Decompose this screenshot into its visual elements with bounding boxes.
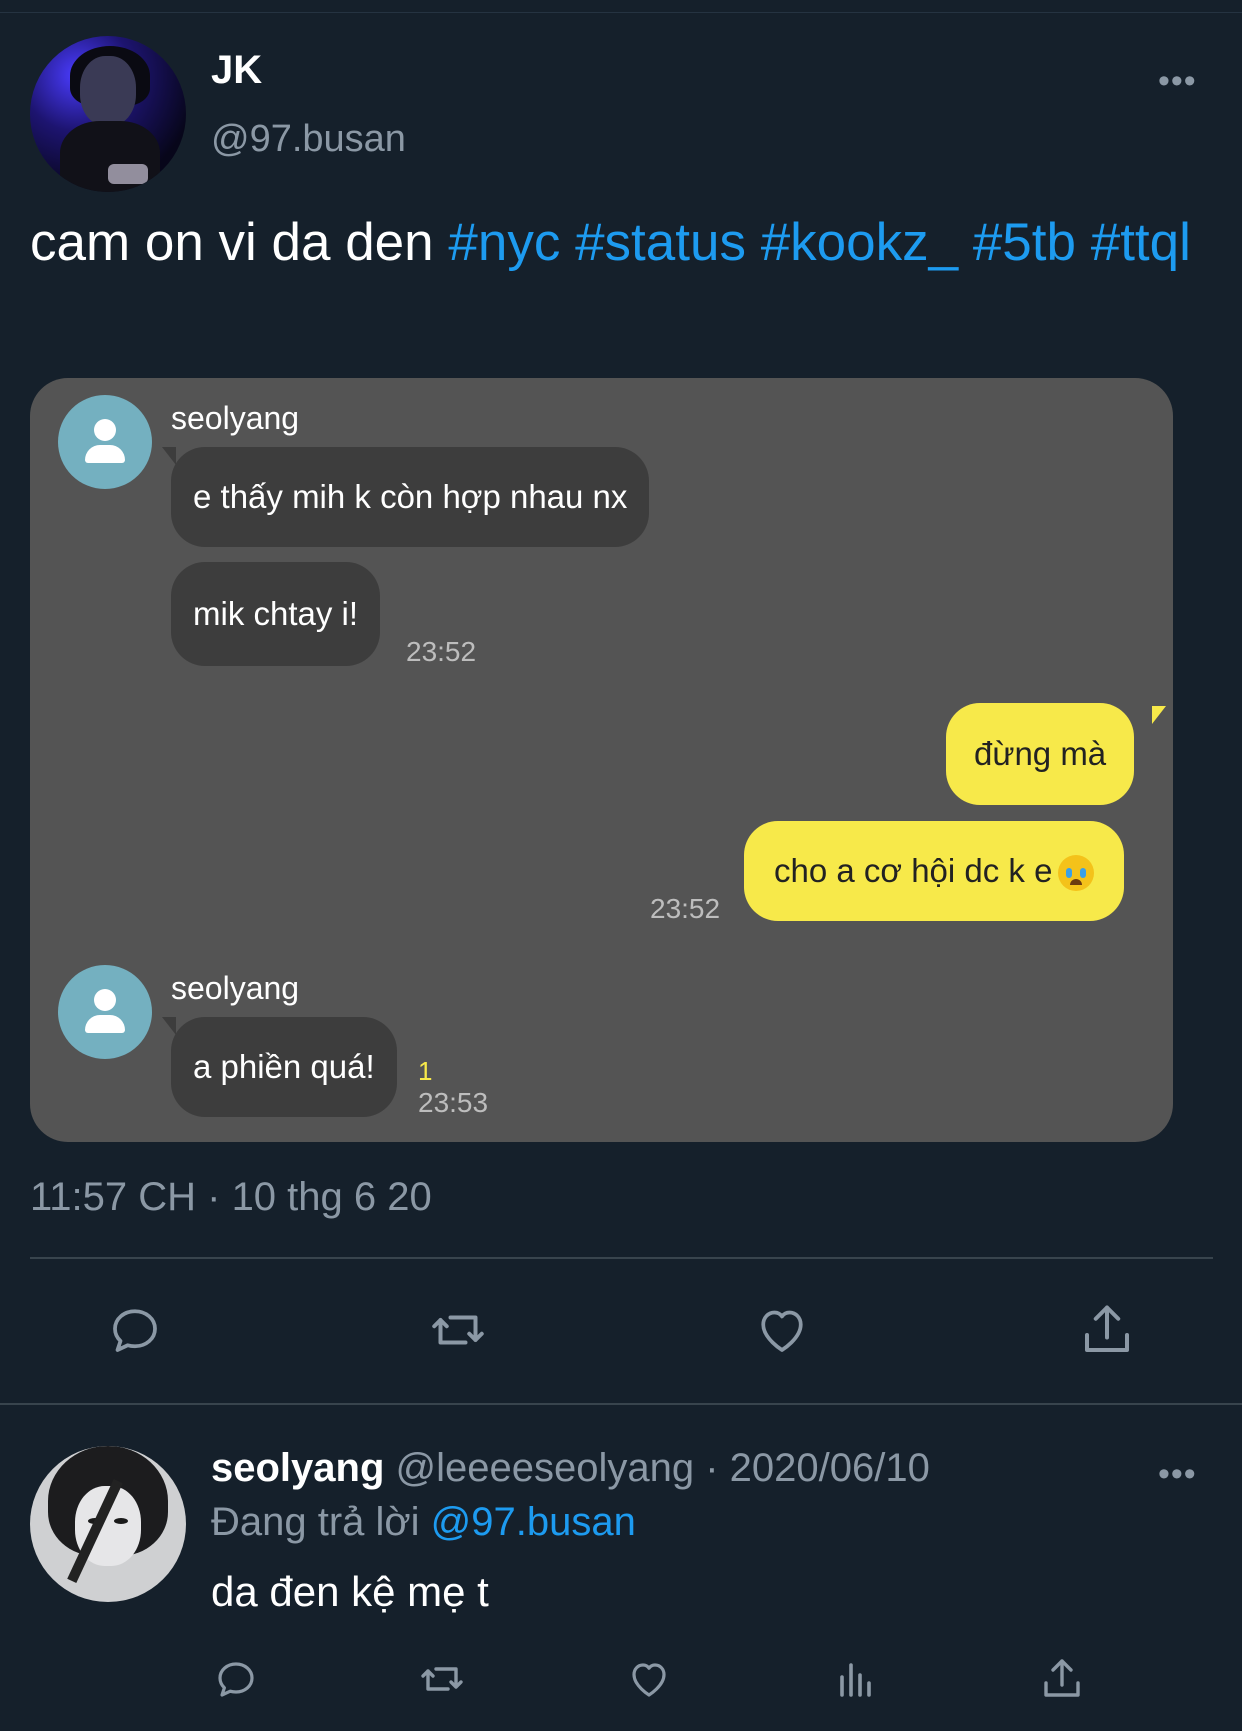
avatar-light (108, 164, 148, 184)
person-head-icon (94, 419, 116, 441)
author-avatar[interactable] (30, 36, 186, 192)
avatar-face (80, 56, 136, 126)
chat-message: mik chtay i! (171, 562, 381, 666)
hashtag-link[interactable]: #ttql (1091, 213, 1191, 272)
reply-text: da đen kệ mẹ t (211, 1568, 489, 1615)
hashtag-link[interactable]: #nyc (448, 213, 560, 272)
reply-author-handle[interactable]: @leeeeseolyang (396, 1446, 695, 1490)
analytics-icon (840, 1663, 871, 1697)
reply-author-avatar[interactable] (30, 1446, 186, 1602)
share-icon (1044, 1659, 1080, 1697)
heart-icon (632, 1663, 666, 1697)
retweet-button[interactable] (418, 1655, 466, 1703)
chat-sender-name: seolyang (171, 970, 300, 1006)
chat-time: 23:52 (406, 636, 477, 667)
hashtag-link[interactable]: #status (575, 213, 746, 272)
bubble-tail (162, 447, 176, 465)
chat-time: 23:52 (650, 893, 721, 924)
chat-reply: cho a cơ hội dc k e (744, 821, 1125, 921)
person-head-icon (94, 989, 116, 1011)
like-button[interactable] (625, 1655, 673, 1703)
chat-reply: đừng mà (946, 703, 1135, 805)
top-divider (0, 0, 1242, 13)
separator: · (694, 1446, 730, 1490)
bubble-tail (1152, 706, 1166, 724)
reply-icon (113, 1309, 157, 1352)
reply-author-name[interactable]: seolyang (211, 1446, 384, 1490)
chat-avatar (58, 395, 152, 489)
retweet-icon (421, 1667, 463, 1691)
retweet-button[interactable] (428, 1300, 488, 1360)
bubble-tail (162, 1017, 176, 1035)
retweet-icon (432, 1315, 484, 1345)
reply-button[interactable] (212, 1655, 260, 1703)
chat-time: 23:53 (418, 1087, 489, 1118)
divider (0, 1403, 1242, 1405)
person-body-icon (85, 445, 125, 463)
author-handle[interactable]: @97.busan (211, 118, 406, 161)
tweet-body: cam on vi da den (30, 213, 434, 272)
chat-message: e thấy mih k còn hợp nhau nx (171, 447, 650, 547)
like-button[interactable] (752, 1300, 812, 1360)
divider (30, 1257, 1213, 1259)
replying-to: Đang trả lời @97.busan (211, 1500, 636, 1545)
reply-date[interactable]: 2020/06/10 (730, 1446, 930, 1490)
hashtag-link[interactable]: #kookz_ (761, 213, 958, 272)
more-options-icon[interactable]: ••• (1158, 62, 1197, 101)
hashtag-link[interactable]: #5tb (973, 213, 1076, 272)
share-icon (1085, 1305, 1129, 1352)
chat-sender-name: seolyang (171, 400, 300, 436)
reply-button[interactable] (105, 1300, 165, 1360)
avatar-eye (114, 1518, 128, 1524)
chat-message: a phiền quá! (171, 1017, 397, 1117)
crying-face-icon (1058, 855, 1095, 892)
mention-link[interactable]: @97.busan (431, 1500, 636, 1544)
more-options-icon[interactable]: ••• (1158, 1455, 1197, 1494)
share-button[interactable] (1038, 1655, 1086, 1703)
heart-icon (761, 1310, 803, 1352)
tweet-timestamp[interactable]: 11:57 CH · 10 thg 6 20 (30, 1175, 432, 1220)
reply-header: seolyang @leeeeseolyang · 2020/06/10 (211, 1446, 930, 1491)
unread-count: 1 (418, 1056, 433, 1086)
tweet-text: cam on vi da den #nyc #status #kookz_ #5… (30, 212, 1220, 274)
person-body-icon (85, 1015, 125, 1033)
analytics-button[interactable] (832, 1655, 880, 1703)
chat-avatar (58, 965, 152, 1059)
attached-chat-image[interactable]: seolyang e thấy mih k còn hợp nhau nx mi… (30, 378, 1173, 1142)
reply-icon (218, 1662, 254, 1697)
chat-reply-text: cho a cơ hội dc k e (774, 852, 1053, 889)
replying-to-label: Đang trả lời (211, 1500, 420, 1544)
author-name[interactable]: JK (211, 48, 262, 93)
share-button[interactable] (1077, 1300, 1137, 1360)
